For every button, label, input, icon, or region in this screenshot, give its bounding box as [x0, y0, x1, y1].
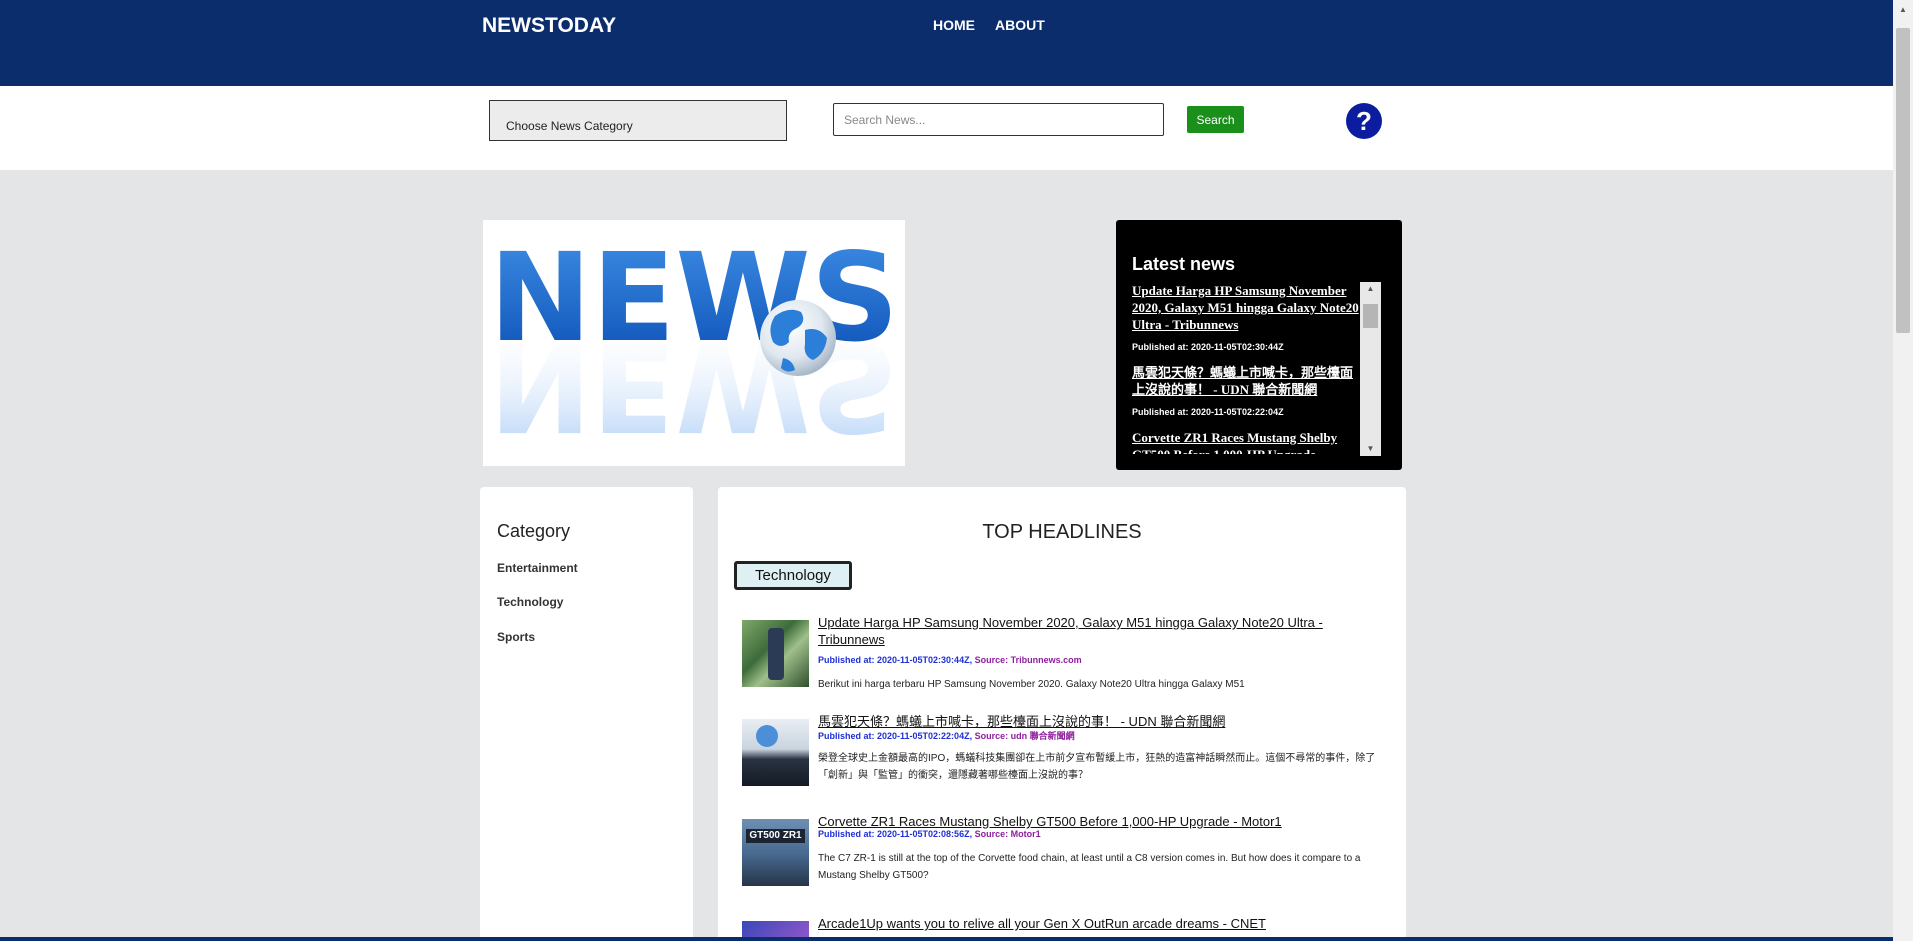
article-source: Source: udn 聯合新聞網 [974, 731, 1075, 741]
article-meta: Published at: 2020-11-05T02:30:44Z, Sour… [818, 655, 1082, 665]
latest-news-list[interactable]: Update Harga HP Samsung November 2020, G… [1132, 282, 1364, 454]
help-button[interactable]: ? [1346, 103, 1382, 139]
news-banner-image: NEWS NEWS [483, 220, 905, 466]
latest-news-link[interactable]: Update Harga HP Samsung November 2020, G… [1132, 282, 1364, 333]
latest-news-panel: Latest news Update Harga HP Samsung Nove… [1116, 220, 1402, 470]
nav-about-link[interactable]: ABOUT [995, 17, 1045, 33]
top-navbar: NEWSTODAY HOME ABOUT [0, 0, 1893, 86]
article-thumbnail[interactable] [742, 620, 809, 687]
latest-news-date: Published at: 2020-11-05T02:22:04Z [1132, 407, 1284, 417]
search-toolbar: Choose News Category Search ? [0, 86, 1893, 170]
search-button[interactable]: Search [1187, 106, 1244, 133]
scroll-up-icon[interactable]: ▲ [1893, 0, 1913, 20]
brand-logo[interactable]: NEWSTODAY [482, 14, 616, 38]
category-link-entertainment[interactable]: Entertainment [497, 561, 578, 575]
article-date: Published at: 2020-11-05T02:22:04Z, [818, 731, 973, 741]
article-source: Source: Motor1 [974, 829, 1041, 839]
category-sidebar: Category Entertainment Technology Sports [480, 487, 693, 941]
scroll-up-icon[interactable]: ▲ [1360, 282, 1381, 296]
scroll-down-icon[interactable]: ▼ [1360, 442, 1381, 456]
main-nav: HOME ABOUT [933, 17, 1045, 33]
scroll-thumb[interactable] [1363, 304, 1378, 328]
page-scroll-thumb[interactable] [1896, 28, 1910, 333]
article-title-link[interactable]: Arcade1Up wants you to relive all your G… [818, 915, 1358, 932]
latest-news-heading: Latest news [1132, 254, 1236, 274]
article-thumbnail[interactable]: GT500 ZR1 [742, 819, 809, 886]
top-headlines-panel: TOP HEADLINES Technology Update Harga HP… [718, 487, 1406, 941]
globe-icon [760, 300, 836, 376]
article-description: The C7 ZR-1 is still at the top of the C… [818, 853, 1361, 881]
news-globe-illustration: NEWS NEWS [489, 227, 899, 457]
category-link-technology[interactable]: Technology [497, 595, 563, 609]
article-title-link[interactable]: Update Harga HP Samsung November 2020, G… [818, 614, 1358, 648]
article-date: Published at: 2020-11-05T02:30:44Z, [818, 655, 973, 665]
article-description: Berikut ini harga terbaru HP Samsung Nov… [818, 679, 1245, 690]
active-category-badge: Technology [734, 561, 852, 590]
article-title-link[interactable]: Corvette ZR1 Races Mustang Shelby GT500 … [818, 813, 1358, 830]
latest-news-date: Published at: 2020-11-05T02:30:44Z [1132, 342, 1284, 352]
latest-news-scrollbar[interactable]: ▲ ▼ [1360, 282, 1381, 456]
latest-news-link[interactable]: 馬雲犯天條？螞蟻上市喊卡，那些檯面上沒說的事！ - UDN 聯合新聞網 [1132, 364, 1364, 398]
category-dropdown[interactable]: Choose News Category [489, 100, 787, 141]
page-scrollbar[interactable]: ▲ [1893, 0, 1913, 941]
article-meta: Published at: 2020-11-05T02:22:04Z, Sour… [818, 729, 1075, 742]
article-title-link[interactable]: 馬雲犯天條？螞蟻上市喊卡，那些檯面上沒說的事！ - UDN 聯合新聞網 [818, 713, 1358, 730]
article-thumbnail[interactable] [742, 719, 809, 786]
article-date: Published at: 2020-11-05T02:08:56Z, [818, 829, 973, 839]
article-description: 榮登全球史上金額最高的IPO，螞蟻科技集團卻在上市前夕宣布暫緩上市，狂熱的造富神… [818, 753, 1376, 781]
bottom-divider [0, 937, 1893, 941]
latest-news-link[interactable]: Corvette ZR1 Races Mustang Shelby GT500 … [1132, 429, 1364, 454]
news-word-reflection: NEWS [489, 315, 899, 457]
top-headlines-heading: TOP HEADLINES [982, 521, 1142, 543]
nav-home-link[interactable]: HOME [933, 17, 975, 33]
category-link-sports[interactable]: Sports [497, 630, 535, 644]
category-heading: Category [497, 521, 571, 541]
article-meta: Published at: 2020-11-05T02:08:56Z, Sour… [818, 829, 1041, 839]
search-input[interactable] [833, 103, 1164, 136]
article-source: Source: Tribunnews.com [974, 655, 1082, 665]
